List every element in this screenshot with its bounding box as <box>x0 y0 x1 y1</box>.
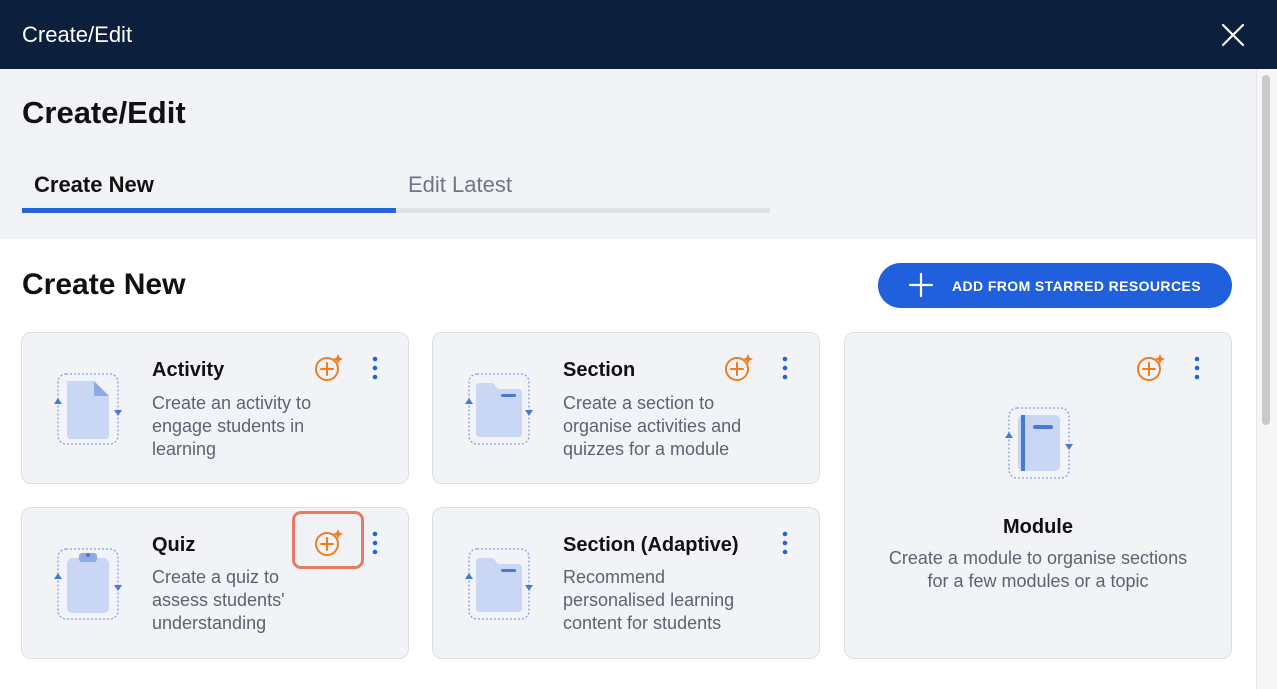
add-from-starred-button[interactable]: ADD FROM STARRED RESOURCES <box>878 263 1232 308</box>
card-description-line: content for students <box>563 613 722 633</box>
card-description-line: understanding <box>152 613 267 633</box>
card-description-line: assess students' <box>152 590 285 610</box>
card-description-line: Create a section to <box>563 393 715 413</box>
card-description-line: learning <box>152 439 217 459</box>
dialog-titlebar: Create/Edit <box>0 0 1277 69</box>
add-star-icon[interactable] <box>1135 353 1165 383</box>
more-options-icon[interactable] <box>368 354 382 384</box>
card-description-line: engage students in <box>152 416 305 436</box>
card-section-adaptive[interactable]: Section (Adaptive) Recommend personalise… <box>432 507 820 659</box>
folder-icon <box>465 373 533 445</box>
card-quiz[interactable]: Quiz Create a quiz to assess students' u… <box>21 507 409 659</box>
tab-bar: Create New Edit Latest <box>22 165 770 217</box>
card-title: Section (Adaptive) <box>563 534 739 556</box>
card-description-line: Create a module to organise sections <box>888 548 1188 568</box>
card-description-line: organise activities and <box>563 416 742 436</box>
more-options-icon[interactable] <box>1190 354 1204 384</box>
tab-edit-latest[interactable]: Edit Latest <box>396 165 770 213</box>
card-description: Create a section to organise activities … <box>563 392 793 461</box>
document-icon <box>54 373 122 445</box>
card-title: Section <box>563 359 636 381</box>
header-area: Create/Edit Create New Edit Latest <box>0 69 1256 239</box>
card-title: Activity <box>152 359 225 381</box>
card-description-line: Create an activity to <box>152 393 312 413</box>
page-title: Create/Edit <box>22 95 186 130</box>
dialog-title: Create/Edit <box>22 22 133 47</box>
card-description: Create an activity to engage students in… <box>152 392 362 461</box>
more-options-icon[interactable] <box>368 529 382 559</box>
tab-create-new[interactable]: Create New <box>22 165 396 213</box>
add-star-icon[interactable] <box>313 528 343 558</box>
card-activity[interactable]: Activity Create an activity to engage st… <box>21 332 409 484</box>
card-title: Module <box>1003 516 1073 538</box>
section-title: Create New <box>22 268 186 301</box>
card-section[interactable]: Section Create a section to organise act… <box>432 332 820 484</box>
card-description-line: quizzes for a module <box>563 439 730 459</box>
card-description: Create a quiz to assess students' unders… <box>152 566 362 635</box>
plus-icon <box>908 272 934 298</box>
card-description: Recommend personalised learning content … <box>563 566 793 635</box>
card-description: Create a module to organise sections for… <box>845 547 1231 593</box>
folder-icon <box>465 548 533 620</box>
close-icon[interactable] <box>1218 20 1248 50</box>
clipboard-icon <box>54 548 122 620</box>
card-description-line: Recommend <box>563 567 666 587</box>
add-from-starred-label: ADD FROM STARRED RESOURCES <box>952 278 1201 294</box>
scrollbar-thumb[interactable] <box>1262 75 1270 425</box>
add-star-icon[interactable] <box>313 353 343 383</box>
card-description-line: personalised learning <box>563 590 735 610</box>
scrollbar[interactable] <box>1256 69 1277 689</box>
more-options-icon[interactable] <box>778 354 792 384</box>
more-options-icon[interactable] <box>778 529 792 559</box>
notebook-icon <box>1005 407 1073 479</box>
add-star-icon[interactable] <box>723 353 753 383</box>
card-description-line: for a few modules or a topic <box>927 571 1149 591</box>
card-title: Quiz <box>152 534 196 556</box>
card-description-line: Create a quiz to <box>152 567 280 587</box>
card-module[interactable]: Module Create a module to organise secti… <box>844 332 1232 659</box>
